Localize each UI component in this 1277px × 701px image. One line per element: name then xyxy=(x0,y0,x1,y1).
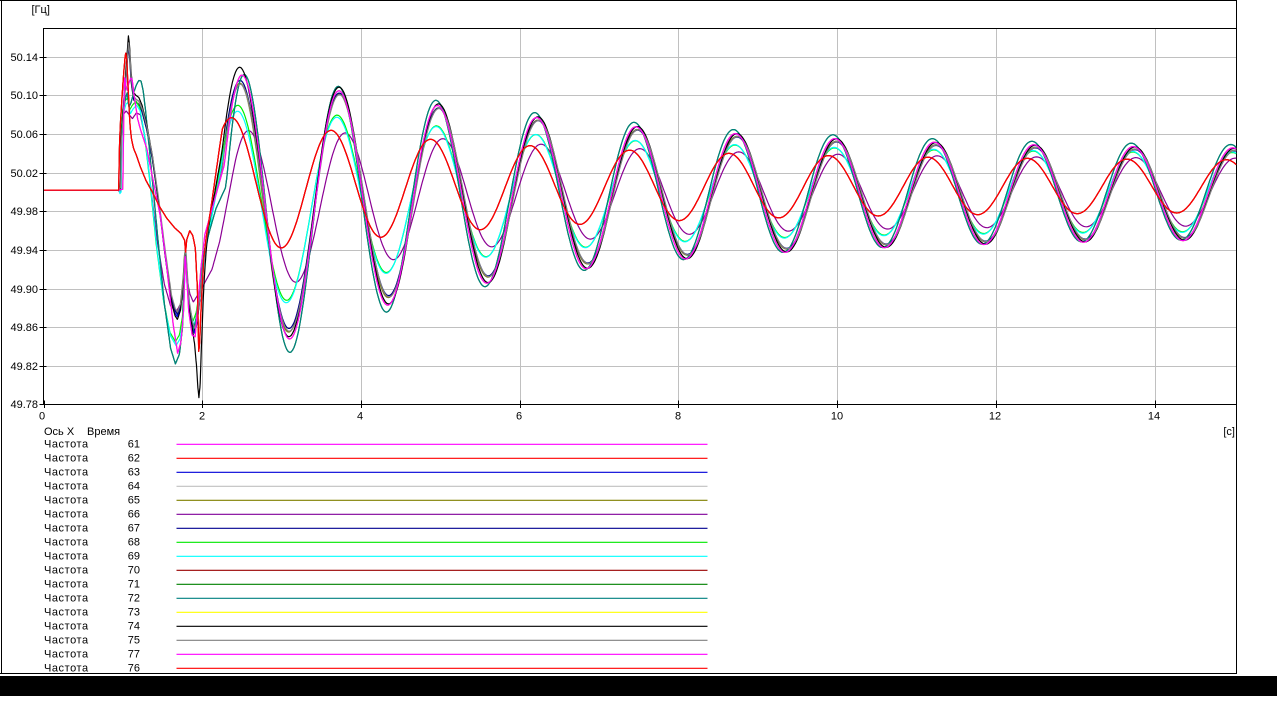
svg-text:6: 6 xyxy=(516,411,522,423)
svg-text:Частота: Частота xyxy=(44,453,89,465)
svg-text:Частота: Частота xyxy=(44,663,89,675)
svg-text:Время: Время xyxy=(87,426,120,438)
svg-text:Ось X: Ось X xyxy=(44,426,75,438)
svg-text:Частота: Частота xyxy=(44,579,89,591)
svg-text:8: 8 xyxy=(675,411,681,423)
svg-text:77: 77 xyxy=(128,649,140,661)
svg-text:49.90: 49.90 xyxy=(10,284,38,296)
svg-text:Частота: Частота xyxy=(44,621,89,633)
svg-text:[Гц]: [Гц] xyxy=(32,4,50,16)
svg-text:75: 75 xyxy=(128,635,140,647)
svg-text:Частота: Частота xyxy=(44,551,89,563)
svg-text:63: 63 xyxy=(128,467,140,479)
svg-text:69: 69 xyxy=(128,551,140,563)
svg-text:49.86: 49.86 xyxy=(10,322,38,334)
svg-text:2: 2 xyxy=(199,411,205,423)
svg-text:Частота: Частота xyxy=(44,537,89,549)
svg-text:71: 71 xyxy=(128,579,140,591)
svg-text:50.10: 50.10 xyxy=(10,90,38,102)
svg-text:66: 66 xyxy=(128,509,140,521)
svg-text:Частота: Частота xyxy=(44,439,89,451)
svg-text:Частота: Частота xyxy=(44,481,89,493)
svg-text:74: 74 xyxy=(128,621,140,633)
svg-text:[с]: [с] xyxy=(1223,426,1235,438)
svg-text:64: 64 xyxy=(128,481,140,493)
svg-text:50.02: 50.02 xyxy=(10,168,38,180)
svg-text:61: 61 xyxy=(128,439,140,451)
svg-text:Частота: Частота xyxy=(44,649,89,661)
svg-text:49.94: 49.94 xyxy=(10,245,38,257)
svg-text:65: 65 xyxy=(128,495,140,507)
svg-text:12: 12 xyxy=(989,411,1001,423)
svg-text:Частота: Частота xyxy=(44,607,89,619)
svg-text:49.98: 49.98 xyxy=(10,206,38,218)
svg-text:67: 67 xyxy=(128,523,140,535)
svg-text:10: 10 xyxy=(831,411,843,423)
svg-text:62: 62 xyxy=(128,453,140,465)
svg-text:50.14: 50.14 xyxy=(10,52,38,64)
svg-text:Частота: Частота xyxy=(44,523,89,535)
svg-text:76: 76 xyxy=(128,663,140,675)
svg-text:4: 4 xyxy=(357,411,363,423)
svg-text:Частота: Частота xyxy=(44,635,89,647)
svg-text:0: 0 xyxy=(39,411,45,423)
svg-text:73: 73 xyxy=(128,607,140,619)
svg-text:Частота: Частота xyxy=(44,467,89,479)
svg-text:70: 70 xyxy=(128,565,140,577)
svg-text:Частота: Частота xyxy=(44,495,89,507)
svg-text:Частота: Частота xyxy=(44,565,89,577)
svg-text:Частота: Частота xyxy=(44,509,89,521)
svg-text:14: 14 xyxy=(1148,411,1160,423)
svg-text:49.82: 49.82 xyxy=(10,361,38,373)
svg-text:68: 68 xyxy=(128,537,140,549)
svg-text:49.78: 49.78 xyxy=(10,399,38,411)
svg-text:72: 72 xyxy=(128,593,140,605)
svg-text:Частота: Частота xyxy=(44,593,89,605)
svg-text:50.06: 50.06 xyxy=(10,129,38,141)
